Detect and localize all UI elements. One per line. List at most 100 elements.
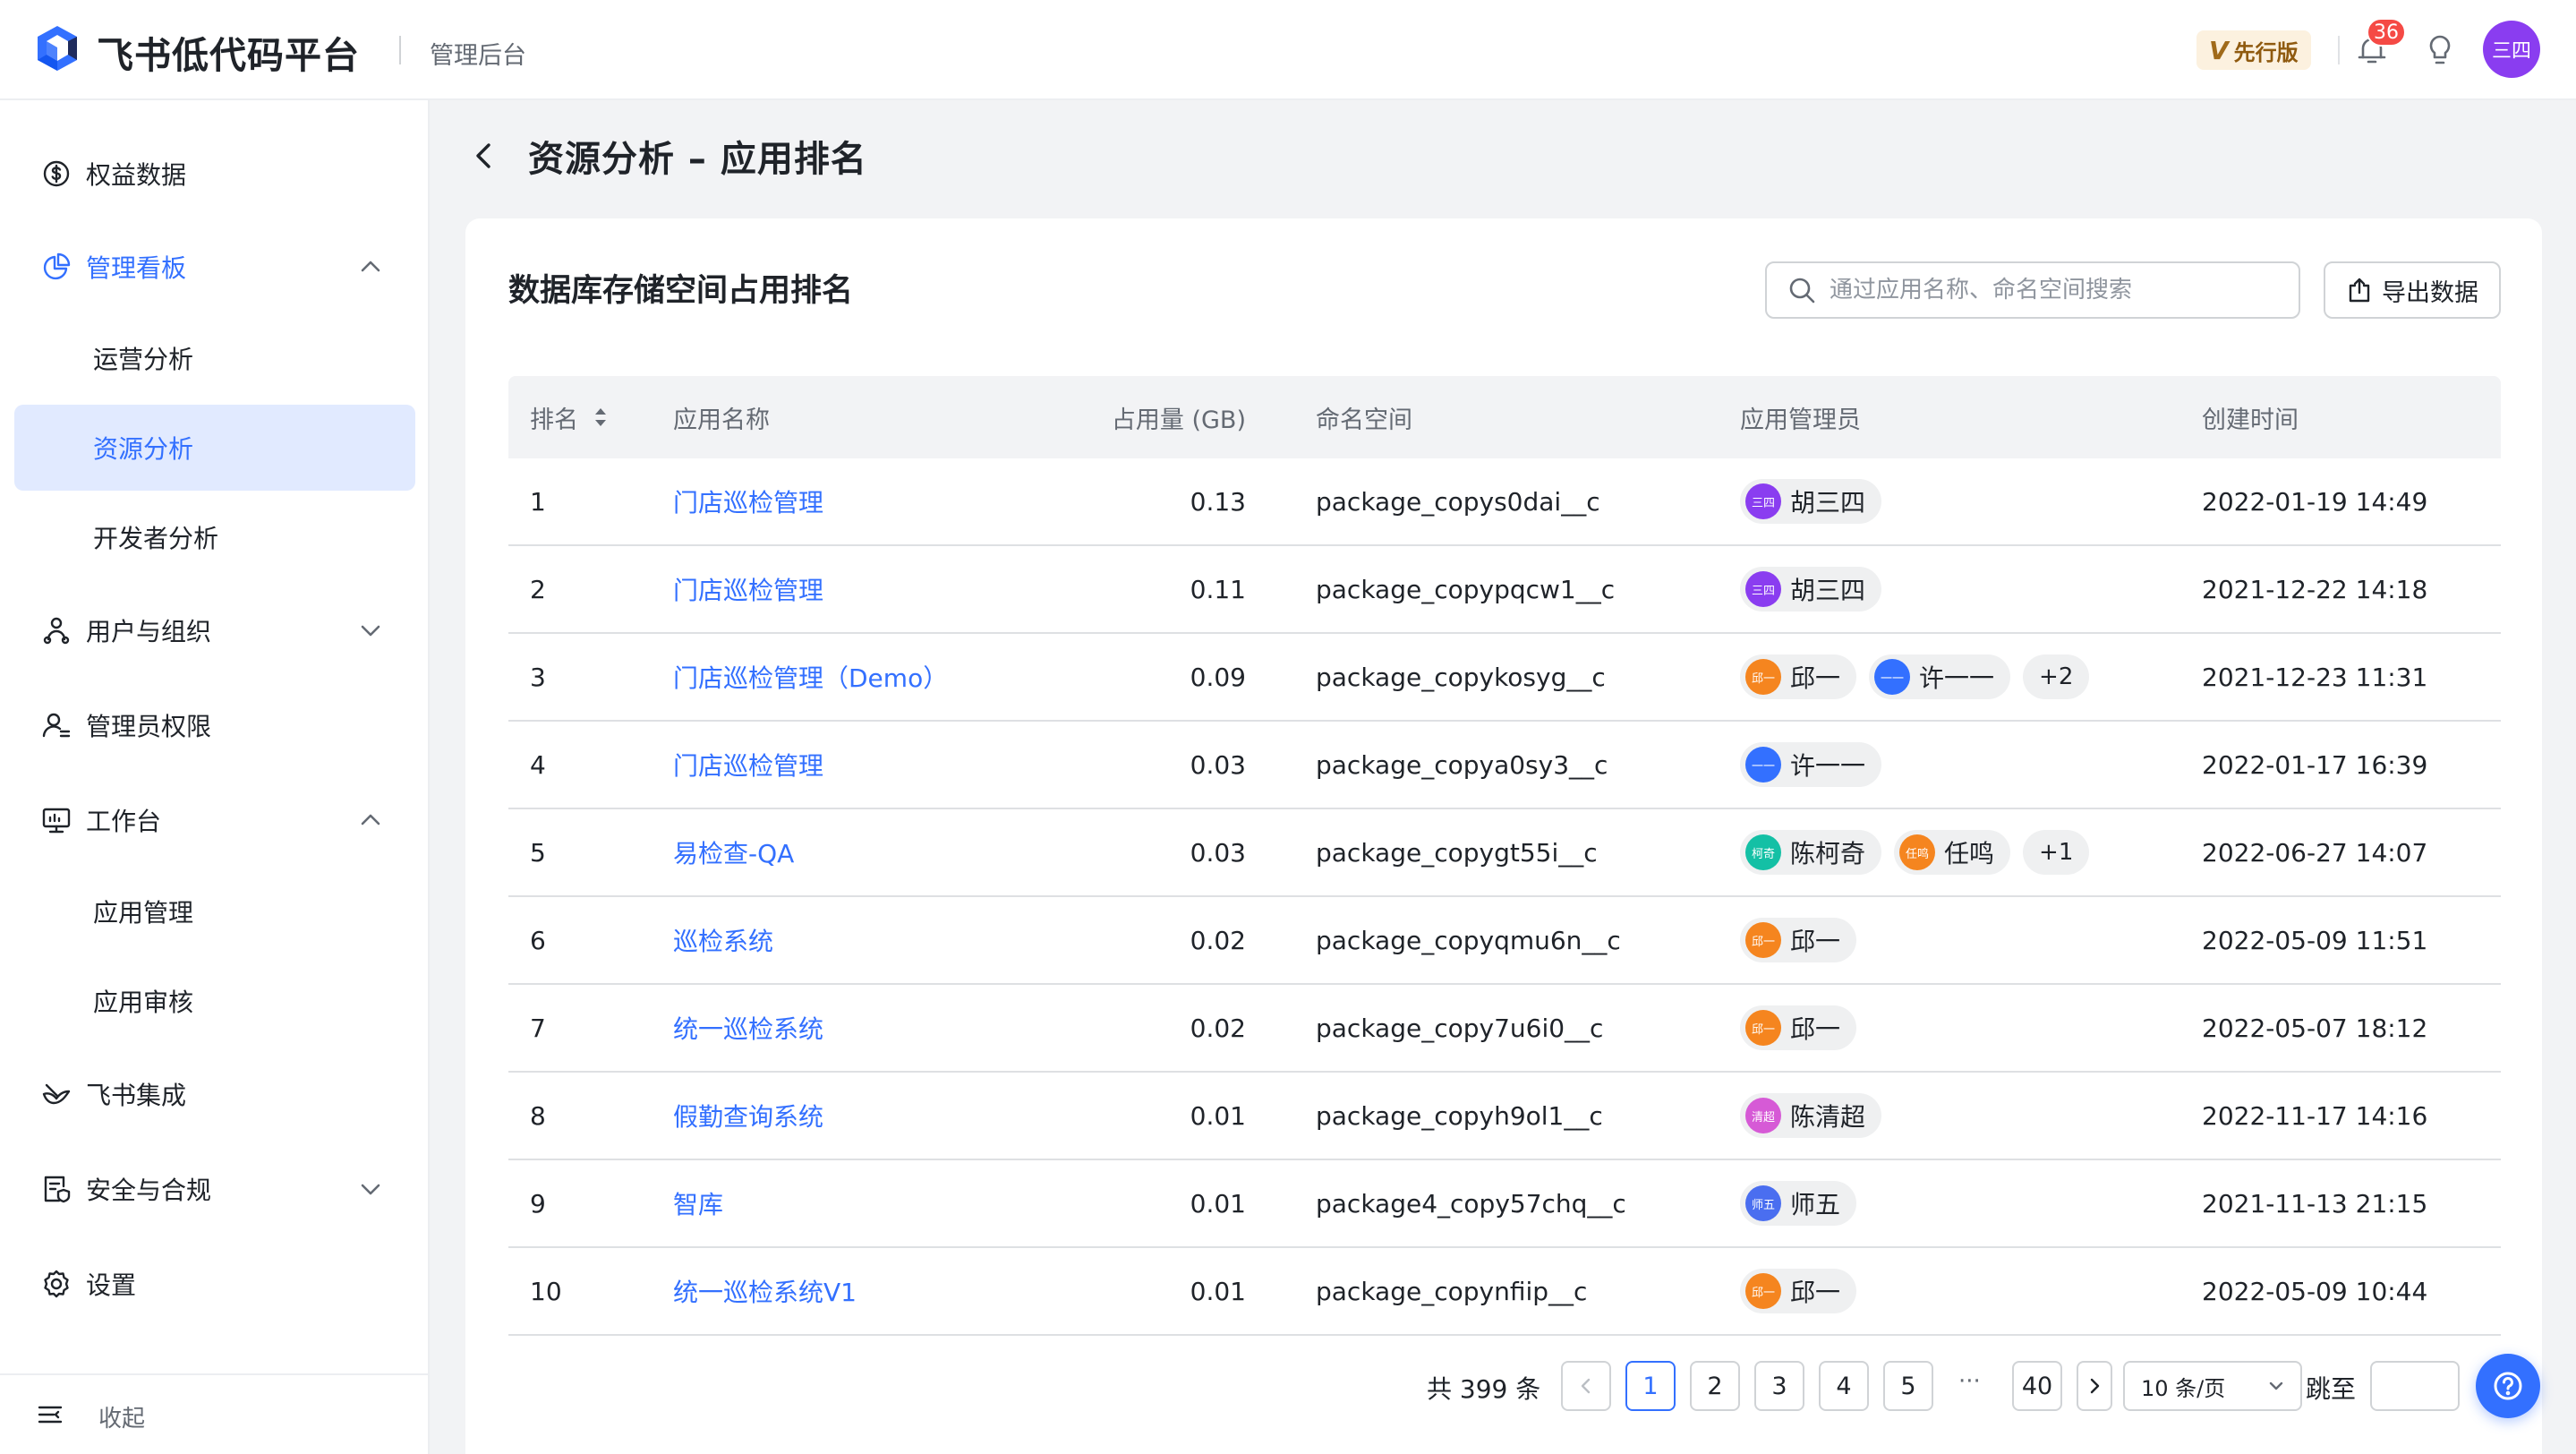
prev-page-button[interactable] bbox=[1561, 1361, 1611, 1411]
admin-chip[interactable]: 邱一 邱一 bbox=[1740, 654, 1857, 699]
more-admins-chip[interactable]: +2 bbox=[2023, 654, 2090, 699]
sidebar-item-workbench[interactable]: 工作台 bbox=[14, 777, 415, 863]
admin-chip[interactable]: 邱一 邱一 bbox=[1740, 1005, 1857, 1050]
brand-name[interactable]: 飞书低代码平台 bbox=[97, 25, 360, 79]
admins-cell: 邱一 邱一 bbox=[1740, 985, 1857, 1071]
page-size-value: 10 条/页 bbox=[2141, 1375, 2226, 1401]
sidebar-item-users-org[interactable]: 用户与组织 bbox=[14, 587, 415, 673]
page-ellipsis[interactable]: ··· bbox=[1958, 1368, 1981, 1395]
table-row: 4 门店巡检管理 0.03 package_copya0sy3__c 一一 许一一 2022… bbox=[508, 722, 2501, 809]
sidebar-item-entitlement-data[interactable]: 权益数据 bbox=[14, 131, 415, 217]
table-body: 1 门店巡检管理 0.13 package_copys0dai__c 三四 胡三四 2022… bbox=[508, 458, 2501, 1336]
app-name-link[interactable]: 门店巡检管理 bbox=[673, 722, 823, 808]
admins-cell: 清超 陈清超 bbox=[1740, 1073, 1882, 1159]
page-button-3[interactable]: 3 bbox=[1754, 1361, 1804, 1411]
app-name-link[interactable]: 易检查-QA bbox=[673, 809, 794, 895]
admin-chip[interactable]: 一一 许一一 bbox=[1869, 654, 2011, 699]
namespace-cell: package_copyqmu6n__c bbox=[1316, 925, 1621, 955]
table-row: 8 假勤查询系统 0.01 package_copyh9ol1__c 清超 陈清超 2022… bbox=[508, 1073, 2501, 1160]
export-data-button[interactable]: 导出数据 bbox=[2324, 261, 2501, 319]
sidebar-item-developer-analysis[interactable]: 开发者分析 bbox=[14, 494, 415, 580]
admin-chip[interactable]: 一一 许一一 bbox=[1740, 742, 1882, 787]
page-button-4[interactable]: 4 bbox=[1819, 1361, 1869, 1411]
rank-cell: 1 bbox=[530, 486, 546, 517]
security-doc-icon bbox=[44, 1176, 71, 1203]
page-size-select[interactable]: 10 条/页 bbox=[2123, 1361, 2302, 1411]
sidebar-item-dashboard[interactable]: 管理看板 bbox=[14, 224, 415, 310]
admin-chip[interactable]: 任鸣 任鸣 bbox=[1894, 830, 2011, 875]
sidebar-item-app-review[interactable]: 应用审核 bbox=[14, 958, 415, 1044]
admins-cell: 一一 许一一 bbox=[1740, 722, 1882, 808]
namespace-cell: package_copy7u6i0__c bbox=[1316, 1013, 1604, 1043]
table-header: 排名 应用名称 占用量 (GB) 命名空间 应用管理员 创建时间 bbox=[508, 376, 2501, 458]
admin-avatar: 任鸣 bbox=[1899, 834, 1936, 870]
sidebar-item-feishu-integration[interactable]: 飞书集成 bbox=[14, 1051, 415, 1137]
admin-chip[interactable]: 邱一 邱一 bbox=[1740, 918, 1857, 962]
chevron-down-icon bbox=[361, 625, 380, 637]
pagination: 共 399 条 1 2 3 4 5 ··· 40 10 条/页 跳至 bbox=[465, 1361, 2542, 1415]
sidebar-item-label: 管理看板 bbox=[86, 253, 187, 283]
app-name-link[interactable]: 门店巡检管理 bbox=[673, 458, 823, 544]
admin-chip[interactable]: 三四 胡三四 bbox=[1740, 479, 1882, 524]
feishu-icon bbox=[42, 1083, 71, 1105]
admin-chip[interactable]: 三四 胡三四 bbox=[1740, 567, 1882, 612]
sidebar-item-resource-analysis[interactable]: 资源分析 bbox=[14, 405, 415, 491]
gear-icon bbox=[44, 1270, 69, 1298]
app-name-link[interactable]: 门店巡检管理 bbox=[673, 546, 823, 632]
sidebar-item-operations-analysis[interactable]: 运营分析 bbox=[14, 315, 415, 401]
back-arrow-icon[interactable] bbox=[465, 138, 501, 174]
total-count: 共 399 条 bbox=[1427, 1374, 1541, 1404]
more-admins-chip[interactable]: +1 bbox=[2023, 830, 2090, 875]
namespace-cell: package_copya0sy3__c bbox=[1316, 749, 1608, 780]
app-name-link[interactable]: 巡检系统 bbox=[673, 897, 773, 983]
sidebar: 权益数据 管理看板 运营分析 资源分析 开发者分析 用户与组织 管理员权限 工作… bbox=[0, 100, 430, 1454]
app-logo-icon[interactable] bbox=[34, 24, 81, 74]
app-name-link[interactable]: 智库 bbox=[673, 1160, 723, 1246]
sidebar-item-label: 开发者分析 bbox=[93, 524, 219, 553]
collapse-button[interactable]: 收起 bbox=[98, 1400, 145, 1433]
page-button-last[interactable]: 40 bbox=[2012, 1361, 2062, 1411]
sidebar-item-security-compliance[interactable]: 安全与合规 bbox=[14, 1146, 415, 1232]
next-page-button[interactable] bbox=[2077, 1361, 2112, 1411]
usage-cell: 0.01 bbox=[1190, 1276, 1246, 1306]
search-input[interactable] bbox=[1830, 269, 2290, 312]
help-button[interactable] bbox=[2476, 1354, 2540, 1418]
dollar-circle-icon bbox=[43, 160, 70, 187]
created-time-cell: 2022-05-07 18:12 bbox=[2202, 1013, 2428, 1043]
admin-avatar: 清超 bbox=[1745, 1098, 1781, 1133]
app-name-link[interactable]: 假勤查询系统 bbox=[673, 1073, 823, 1159]
app-name-link[interactable]: 统一巡检系统 bbox=[673, 985, 823, 1071]
namespace-cell: package_copygt55i__c bbox=[1316, 837, 1598, 868]
table-row: 9 智库 0.01 package4_copy57chq__c 师五 师五 2021-11-… bbox=[508, 1160, 2501, 1248]
user-avatar[interactable]: 三四 bbox=[2483, 21, 2540, 78]
admin-name: 邱一 bbox=[1790, 1014, 1841, 1044]
collapse-menu-icon[interactable] bbox=[36, 1400, 64, 1429]
admin-chip[interactable]: 邱一 邱一 bbox=[1740, 1269, 1857, 1313]
sidebar-item-app-management[interactable]: 应用管理 bbox=[14, 868, 415, 954]
admin-user-icon bbox=[42, 713, 71, 738]
sidebar-item-admin-permissions[interactable]: 管理员权限 bbox=[14, 682, 415, 768]
table-row: 2 门店巡检管理 0.11 package_copypqcw1__c 三四 胡三四 2021… bbox=[508, 546, 2501, 634]
rank-cell: 2 bbox=[530, 574, 546, 604]
app-name-link[interactable]: 统一巡检系统V1 bbox=[673, 1248, 857, 1334]
jump-label: 跳至 bbox=[2306, 1374, 2357, 1404]
preview-v-icon: V bbox=[2209, 35, 2229, 65]
page-button-2[interactable]: 2 bbox=[1690, 1361, 1740, 1411]
lightbulb-icon[interactable] bbox=[2422, 32, 2458, 68]
column-header-created: 创建时间 bbox=[2202, 406, 2299, 434]
sort-icon[interactable] bbox=[591, 406, 610, 429]
admin-chip[interactable]: 师五 师五 bbox=[1740, 1181, 1857, 1226]
page-button-1[interactable]: 1 bbox=[1625, 1361, 1676, 1411]
admin-chip[interactable]: 柯奇 陈柯奇 bbox=[1740, 830, 1882, 875]
rank-cell: 10 bbox=[530, 1276, 562, 1306]
preview-version-badge[interactable]: V 先行版 bbox=[2196, 30, 2311, 70]
rank-cell: 8 bbox=[530, 1100, 546, 1131]
app-ranking-table: 排名 应用名称 占用量 (GB) 命名空间 应用管理员 创建时间 1 门店巡检管理… bbox=[508, 376, 2501, 1336]
admin-chip[interactable]: 清超 陈清超 bbox=[1740, 1093, 1882, 1138]
table-row: 3 门店巡检管理（Demo） 0.09 package_copykosyg__c 邱一邱… bbox=[508, 634, 2501, 722]
page-button-5[interactable]: 5 bbox=[1883, 1361, 1933, 1411]
admin-avatar: 邱一 bbox=[1745, 1273, 1781, 1309]
jump-page-input[interactable] bbox=[2370, 1361, 2460, 1411]
column-header-rank[interactable]: 排名 bbox=[530, 376, 610, 458]
sidebar-item-settings[interactable]: 设置 bbox=[14, 1241, 415, 1327]
